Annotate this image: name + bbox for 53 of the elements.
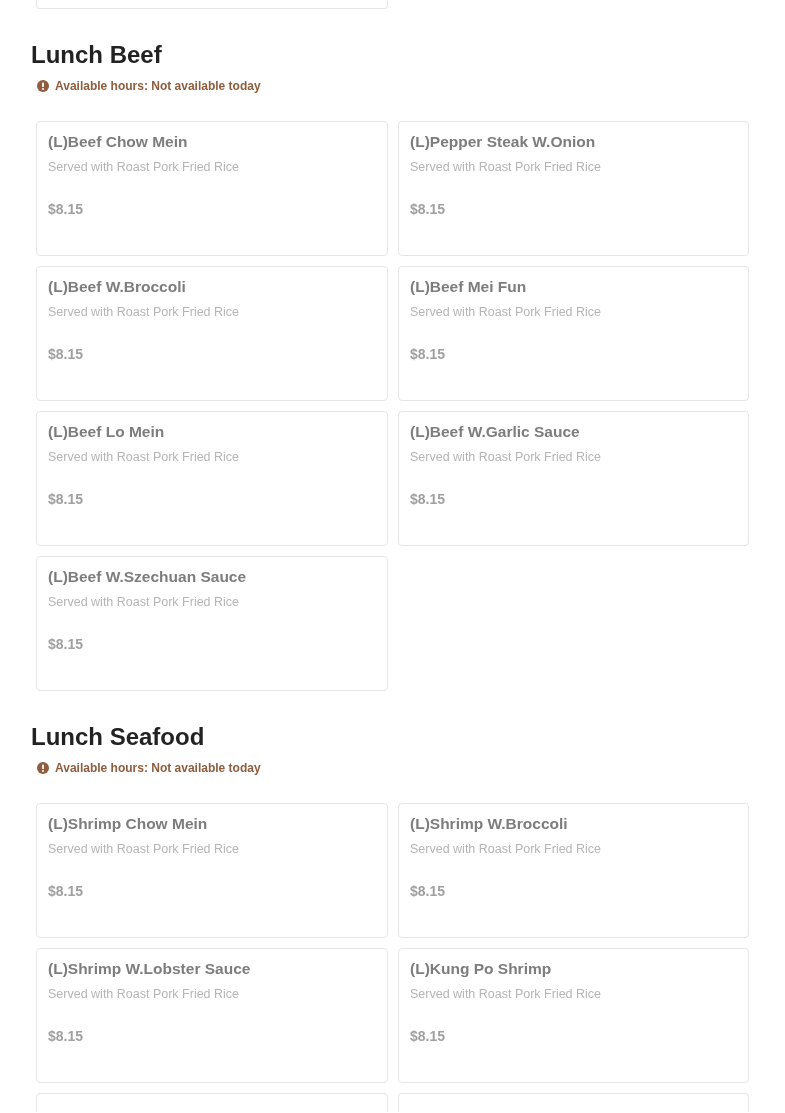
dish-name: (L)Beef W.Garlic Sauce: [410, 422, 580, 442]
dish-description: Served with Roast Pork Fried Rice: [48, 986, 240, 1002]
dish-name: (L)Beef W.Szechuan Sauce: [48, 567, 247, 587]
dish-name: (L)Beef Chow Mein: [48, 132, 188, 152]
dish-price: $8.15: [48, 345, 84, 363]
dish-price: $8.15: [48, 490, 84, 508]
alert-icon: [37, 80, 49, 92]
dish-description: Served with Roast Pork Fried Rice: [410, 449, 602, 465]
dish-price: $8.15: [48, 635, 84, 653]
dish-name: (L)Pepper Steak W.Onion: [410, 132, 596, 152]
menu-card[interactable]: (L)Beef Mei Fun Served with Roast Pork Fried Rice $8.15: [398, 266, 749, 401]
menu-card[interactable]: (L)Beef Chow Mein Served with Roast Pork Fried Rice $8.15: [36, 121, 388, 256]
dish-name: (L)Beef Lo Mein: [48, 422, 165, 442]
menu-card[interactable]: (L)Shrimp Chow Mein Served with Roast Pork Fried Rice $8.15: [36, 803, 388, 938]
menu-card[interactable]: (L)Beef W.Broccoli Served with Roast Pork Fried Rice $8.15: [36, 266, 388, 401]
dish-price: $8.15: [48, 200, 84, 218]
menu-card[interactable]: [36, 0, 388, 9]
dish-description: Served with Roast Pork Fried Rice: [48, 304, 240, 320]
dish-price: $8.15: [410, 490, 446, 508]
menu-card[interactable]: (L)Beef W.Szechuan Sauce Served with Roast Pork Fried Rice $8.15: [36, 556, 388, 691]
menu-card[interactable]: [398, 1093, 749, 1112]
menu-card[interactable]: (L)Shrimp W.Broccoli Served with Roast Pork Fried Rice $8.15: [398, 803, 749, 938]
availability-notice: Available hours: Not available today: [55, 760, 261, 776]
menu-card[interactable]: (L)Shrimp W.Lobster Sauce Served with Roast Pork Fried Rice $8.15: [36, 948, 388, 1083]
dish-price: $8.15: [48, 882, 84, 900]
section-heading: Lunch Beef: [31, 41, 162, 69]
dish-description: Served with Roast Pork Fried Rice: [48, 449, 240, 465]
menu-card[interactable]: (L)Kung Po Shrimp Served with Roast Pork Fried Rice $8.15: [398, 948, 749, 1083]
menu-card[interactable]: (L)Beef Lo Mein Served with Roast Pork Fried Rice $8.15: [36, 411, 388, 546]
alert-icon: [37, 762, 49, 774]
section-heading: Lunch Seafood: [31, 723, 205, 751]
dish-description: Served with Roast Pork Fried Rice: [410, 841, 602, 857]
dish-price: $8.15: [410, 200, 446, 218]
dish-name: (L)Shrimp W.Lobster Sauce: [48, 959, 251, 979]
dish-name: (L)Beef W.Broccoli: [48, 277, 186, 297]
dish-description: Served with Roast Pork Fried Rice: [48, 159, 240, 175]
dish-description: Served with Roast Pork Fried Rice: [410, 159, 602, 175]
menu-card[interactable]: (L)Beef W.Garlic Sauce Served with Roast Pork Fried Rice $8.15: [398, 411, 749, 546]
dish-name: (L)Beef Mei Fun: [410, 277, 527, 297]
dish-name: (L)Kung Po Shrimp: [410, 959, 552, 979]
dish-price: $8.15: [410, 345, 446, 363]
availability-notice: Available hours: Not available today: [55, 78, 261, 94]
menu-card[interactable]: (L)Pepper Steak W.Onion Served with Roast Pork Fried Rice $8.15: [398, 121, 749, 256]
dish-description: Served with Roast Pork Fried Rice: [410, 986, 602, 1002]
dish-price: $8.15: [48, 1027, 84, 1045]
dish-name: (L)Shrimp W.Broccoli: [410, 814, 568, 834]
menu-card[interactable]: [36, 1093, 388, 1112]
dish-description: Served with Roast Pork Fried Rice: [48, 841, 240, 857]
dish-price: $8.15: [410, 1027, 446, 1045]
dish-name: (L)Shrimp Chow Mein: [48, 814, 208, 834]
dish-description: Served with Roast Pork Fried Rice: [410, 304, 602, 320]
dish-price: $8.15: [410, 882, 446, 900]
dish-description: Served with Roast Pork Fried Rice: [48, 594, 240, 610]
